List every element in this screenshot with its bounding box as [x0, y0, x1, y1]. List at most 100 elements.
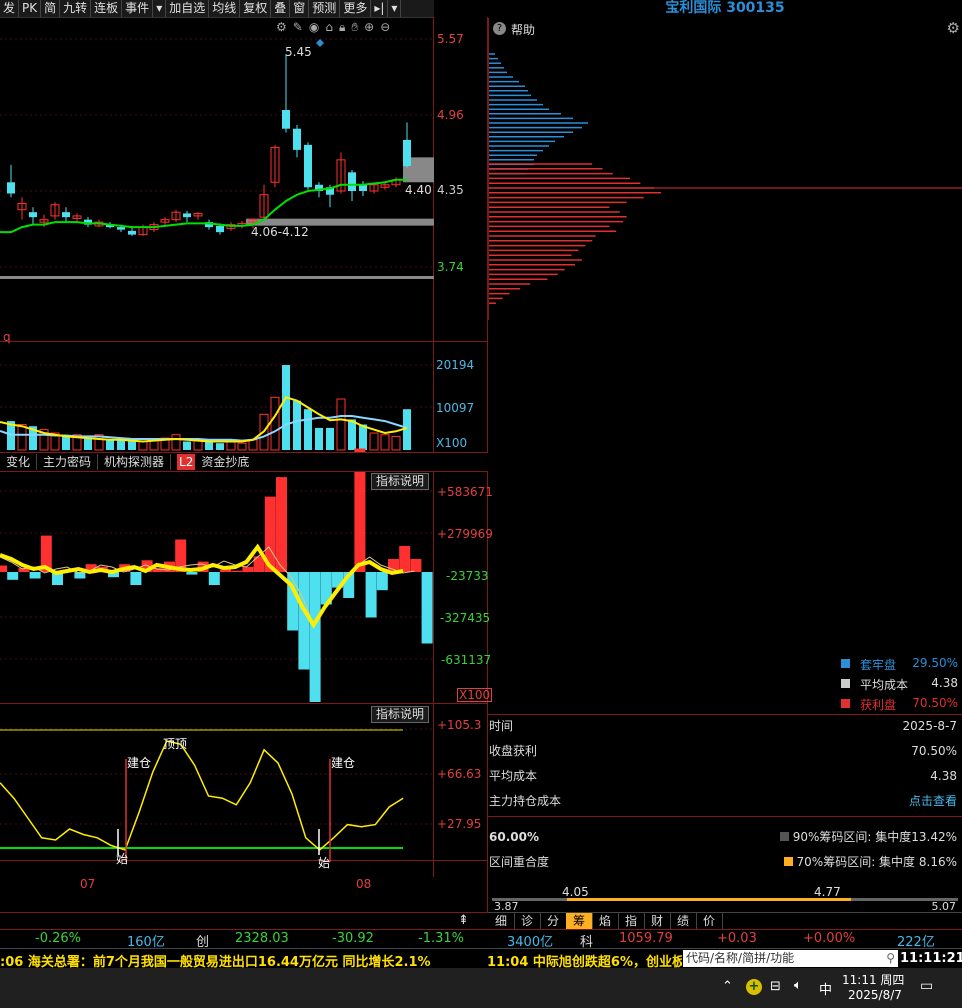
toolbar-item-4[interactable]: 连板 [91, 0, 123, 17]
conc-90-text: 90%筹码区间: 集中度13.42% [792, 830, 957, 844]
network-icon[interactable]: ⊟ [770, 979, 781, 994]
search-icon[interactable]: ⚲ [886, 950, 895, 967]
main-cost-link[interactable]: 点击查看 [909, 790, 957, 812]
ticker-a: -0.26% [35, 931, 81, 946]
btab-diagnose[interactable]: 诊 [514, 913, 541, 929]
eye-icon[interactable]: ◉ [309, 20, 319, 36]
force-bar [231, 570, 243, 572]
btab-performance[interactable]: 绩 [670, 913, 697, 929]
volume-bar [237, 442, 247, 451]
row-label: 收盘获利 [489, 744, 538, 758]
lock-icon[interactable]: 🔒︎ [339, 20, 345, 36]
zoom-out-icon[interactable]: ⊖ [380, 20, 390, 36]
volume-bar [304, 409, 312, 450]
tab-fund-bottom[interactable]: 资金抄底 [195, 454, 255, 470]
volume-bar [17, 424, 27, 451]
tray-date[interactable]: 2025/8/7 [848, 988, 902, 1002]
legend-swatch [841, 679, 850, 688]
toolbar-item-9[interactable]: 复权 [240, 0, 272, 17]
toolbar-item-1[interactable]: PK [19, 0, 42, 17]
force-bar [276, 477, 287, 572]
force-bar [7, 572, 19, 580]
high-price-label: 5.45 [285, 45, 312, 59]
draw-icon[interactable]: ✎ [293, 20, 303, 36]
btab-price[interactable]: 价 [696, 913, 723, 929]
build-mark-1: 建仓 [127, 756, 152, 770]
row-90: 60.00% 90%筹码区间: 集中度13.42% [489, 826, 959, 848]
explain-button-2[interactable]: 指标说明 [371, 706, 430, 723]
toolbar-item-8[interactable]: 均线 [209, 0, 241, 17]
legend-label: 获利盘 [860, 698, 897, 712]
toolbar-item-14[interactable]: ▸| [371, 0, 389, 17]
legend-value: 29.50% [912, 656, 958, 670]
candle-body [29, 212, 37, 218]
btab-chips[interactable]: 筹 [566, 913, 593, 929]
tray-time[interactable]: 11:11 周四 [842, 971, 904, 988]
hand-icon[interactable]: ✋︎ [351, 20, 358, 36]
toolbar-item-15[interactable]: ▾ [388, 0, 402, 17]
candle-body [216, 225, 224, 233]
toolbar-divider [434, 0, 488, 17]
volume-icon[interactable]: 🔈︎ [794, 978, 802, 993]
app-tray-icon[interactable]: + [746, 979, 762, 995]
tab-change[interactable]: 变化 [0, 454, 38, 470]
chip-panel-header: ? 帮助 ⚙ [488, 18, 962, 40]
candle-body [117, 227, 125, 230]
volume-bar [205, 441, 213, 450]
toolbar-item-3[interactable]: 九转 [60, 0, 92, 17]
range-b: 4.77 [814, 885, 841, 899]
bottom-mark-2: 始 [318, 856, 331, 870]
settings-icon[interactable]: ⚙ [276, 20, 287, 36]
chip-distribution [488, 40, 962, 320]
force-bar [0, 565, 7, 572]
candle-body [183, 213, 191, 218]
chevron-up-icon[interactable]: ⌃ [722, 979, 733, 994]
clock: 11:11:21 [900, 951, 962, 966]
toolbar-item-11[interactable]: 窗 [290, 0, 310, 17]
legend-label: 平均成本 [860, 678, 909, 692]
row-close-profit: 收盘获利 70.50% [489, 740, 959, 762]
current-price-label: 4.40 [405, 183, 432, 197]
tab-institution[interactable]: 机构探测器 [98, 454, 172, 470]
row-avg-cost: 平均成本 4.38 [489, 765, 959, 787]
row-label: 平均成本 [489, 769, 538, 783]
marker-icon [316, 39, 324, 47]
legend-swatch [841, 659, 850, 668]
toolbar-item-13[interactable]: 更多 [340, 0, 372, 17]
gear-icon[interactable]: ⚙ [947, 19, 960, 37]
search-input[interactable]: 代码/名称/简拼/功能 ⚲ [683, 950, 898, 967]
volume-bar [293, 400, 301, 450]
help-icon[interactable]: ? [493, 22, 506, 35]
toolbar-item-5[interactable]: 事件 [122, 0, 154, 17]
btab-minute[interactable]: 分 [540, 913, 567, 929]
volume-bar [282, 365, 290, 450]
tab-main-force[interactable]: 主力密码 [37, 454, 99, 470]
help-label[interactable]: 帮助 [511, 21, 535, 38]
ime-indicator[interactable]: 中 [819, 979, 832, 998]
toolbar-item-2[interactable]: 简 [41, 0, 61, 17]
legend-value: 4.38 [931, 676, 958, 690]
ticker-d: 2328.03 [235, 931, 289, 946]
btab-finance[interactable]: 财 [644, 913, 671, 929]
toolbar-item-10[interactable]: 叠 [271, 0, 291, 17]
left-mark: q [3, 330, 11, 344]
explain-button[interactable]: 指标说明 [371, 473, 430, 490]
collapse-icon[interactable]: ⇞ [458, 913, 469, 928]
btab-index[interactable]: 指 [618, 913, 645, 929]
candle-body [304, 144, 312, 188]
basket-icon[interactable]: ⌂ [325, 20, 333, 36]
btab-detail[interactable]: 细 [488, 913, 515, 929]
zoom-in-icon[interactable]: ⊕ [364, 20, 374, 36]
toolbar-item-6[interactable]: ▾ [153, 0, 167, 17]
btab-flame[interactable]: 焰 [592, 913, 619, 929]
price-label: 5.57 [437, 32, 464, 46]
toolbar-item-7[interactable]: 加自选 [166, 0, 210, 17]
volume-bar [391, 435, 401, 451]
toolbar-item-0[interactable]: 发 [0, 0, 20, 17]
toolbar-item-12[interactable]: 预测 [309, 0, 341, 17]
row-value: 70.50% [911, 744, 957, 758]
notification-icon[interactable]: ▭ [920, 978, 933, 994]
volume-bar [216, 443, 224, 450]
volume-bar [326, 427, 334, 450]
ticker-j: +0.03 [717, 931, 757, 946]
